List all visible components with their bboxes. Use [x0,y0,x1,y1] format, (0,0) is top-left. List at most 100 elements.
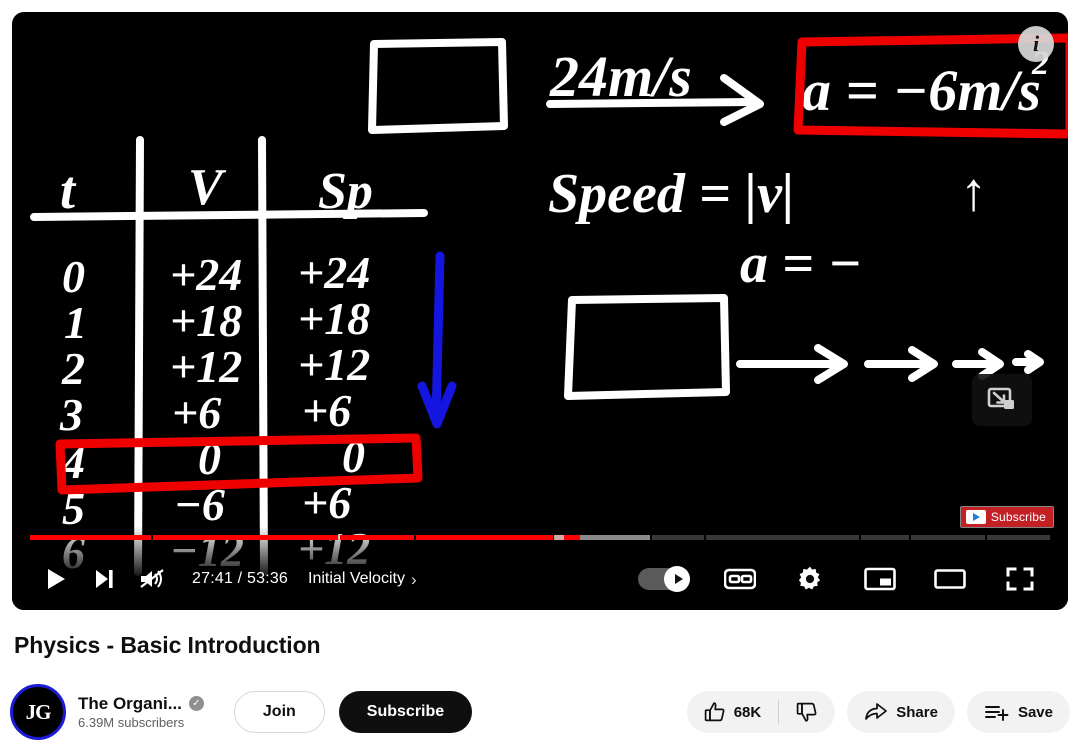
volume-muted-icon[interactable] [130,557,174,601]
svg-text:a = −6m/s: a = −6m/s [802,58,1041,123]
svg-text:+6: +6 [172,387,221,438]
miniplayer-glyph [864,567,896,591]
svg-text:1: 1 [64,297,87,348]
join-button[interactable]: Join [233,691,325,733]
progress-scrubber[interactable] [554,534,565,540]
svg-text:3: 3 [59,389,83,440]
progress-chapter-segment[interactable] [153,534,338,540]
time-display: 27:41 / 53:36 [192,570,289,587]
subscribe-button[interactable]: Subscribe [338,691,473,733]
like-button[interactable]: 68K [687,691,779,733]
share-arrow-icon [865,703,888,720]
mute-glyph [140,569,164,588]
svg-text:Sp: Sp [318,163,373,220]
save-button[interactable]: Save [966,691,1070,733]
subscriber-count: 6.39M subscribers [78,715,185,730]
chapter-title: Initial Velocity [308,570,405,587]
progress-chapter-segment[interactable] [861,534,909,540]
svg-text:+24: +24 [170,249,242,300]
progress-chapter-segment[interactable] [30,534,152,540]
progress-bar[interactable] [30,532,1050,542]
closed-captions-icon[interactable] [718,557,762,601]
svg-text:V: V [188,159,227,216]
avatar[interactable]: JG [10,684,66,740]
chapter-label[interactable]: Initial Velocity › [308,570,417,588]
verified-badge-icon: ✓ [188,695,204,711]
page-title: Physics - Basic Introduction [14,632,321,658]
fullscreen-glyph [1006,567,1034,591]
share-button[interactable]: Share [847,691,955,733]
progress-played [339,534,414,540]
like-count: 68K [733,703,762,721]
progress-chapter-segment[interactable] [910,534,985,540]
svg-text:+12: +12 [170,341,242,392]
video-meta-row: JG The Organi... ✓ 6.39M subscribers Joi… [10,682,1070,742]
play-glyph [48,569,65,589]
right-controls [638,557,1068,601]
expand-to-miniplayer-icon[interactable] [972,374,1032,426]
svg-text:+18: +18 [298,293,370,344]
video-frame-whiteboard: t V Sp 0 1 2 3 4 5 6 +24 +18 +12 +6 0 −6… [12,12,1068,610]
share-label: Share [896,703,938,721]
svg-text:t: t [60,160,77,220]
next-glyph [96,570,113,588]
cc-glyph [724,568,756,590]
miniplayer-icon[interactable] [858,557,902,601]
progress-chapter-segment[interactable] [554,534,650,540]
channel-name[interactable]: The Organi... [78,693,182,714]
gear-glyph [798,566,821,590]
svg-text:+18: +18 [170,295,242,346]
svg-text:↑: ↑ [960,162,987,222]
dislike-button[interactable] [779,691,835,733]
svg-text:2: 2 [61,343,85,394]
expand-glyph [987,387,1014,409]
subscribe-watermark-label: Subscribe [990,510,1046,524]
autoplay-toggle-knob [664,566,690,592]
theater-mode-icon[interactable] [928,557,972,601]
progress-played [415,534,553,540]
progress-played [30,534,152,540]
autoplay-toggle-track [638,566,690,592]
like-dislike-group: 68K [686,691,836,733]
channel-text: The Organi... ✓ 6.39M subscribers [78,693,204,732]
save-to-playlist-icon [985,706,1009,721]
progress-chapter-segment[interactable] [651,534,705,540]
gear-icon[interactable] [788,557,832,601]
thumbs-up-icon [704,702,725,722]
progress-chapter-segment[interactable] [706,534,860,540]
svg-text:+12: +12 [298,339,370,390]
svg-text:+24: +24 [298,247,370,298]
channel-block[interactable]: JG The Organi... ✓ 6.39M subscribers [10,684,204,740]
blue-arrow-annotation [417,251,457,429]
theater-glyph [934,569,966,589]
share-seg[interactable]: Share [847,691,955,733]
progress-chapter-segment[interactable] [339,534,414,540]
progress-played [153,534,338,540]
autoplay-toggle[interactable] [638,566,692,592]
whiteboard-drawing: t V Sp 0 1 2 3 4 5 6 +24 +18 +12 +6 0 −6… [30,33,1068,578]
save-seg[interactable]: Save [967,691,1070,733]
svg-text:+6: +6 [302,385,351,436]
left-controls: 27:41 / 53:36 Initial Velocity › [12,557,417,601]
progress-chapter-segment[interactable] [986,534,1050,540]
chevron-right-icon: › [410,569,417,589]
next-video-icon[interactable] [82,557,126,601]
play-icon[interactable] [34,557,78,601]
svg-text:0: 0 [62,251,85,302]
save-label: Save [1017,703,1053,721]
fullscreen-icon[interactable] [998,557,1042,601]
video-player[interactable]: t V Sp 0 1 2 3 4 5 6 +24 +18 +12 +6 0 −6… [12,12,1068,610]
progress-chapter-segment[interactable] [415,534,553,540]
thumbs-down-icon [797,702,817,722]
controls-button-row: 27:41 / 53:36 Initial Velocity › [12,548,1068,610]
svg-text:a = −: a = − [740,233,862,295]
player-controls[interactable]: 27:41 / 53:36 Initial Velocity › [12,526,1068,610]
svg-text:Speed = |v|: Speed = |v| [548,163,794,225]
progress-track[interactable] [30,534,1050,540]
info-icon[interactable]: i [1018,26,1054,62]
svg-text:24m/s: 24m/s [549,44,692,109]
youtube-play-icon [965,510,986,524]
subscribe-watermark-overlay[interactable]: Subscribe [959,506,1054,528]
channel-name-row: The Organi... ✓ [78,693,204,714]
action-buttons: 68K Share Save [686,691,1070,733]
